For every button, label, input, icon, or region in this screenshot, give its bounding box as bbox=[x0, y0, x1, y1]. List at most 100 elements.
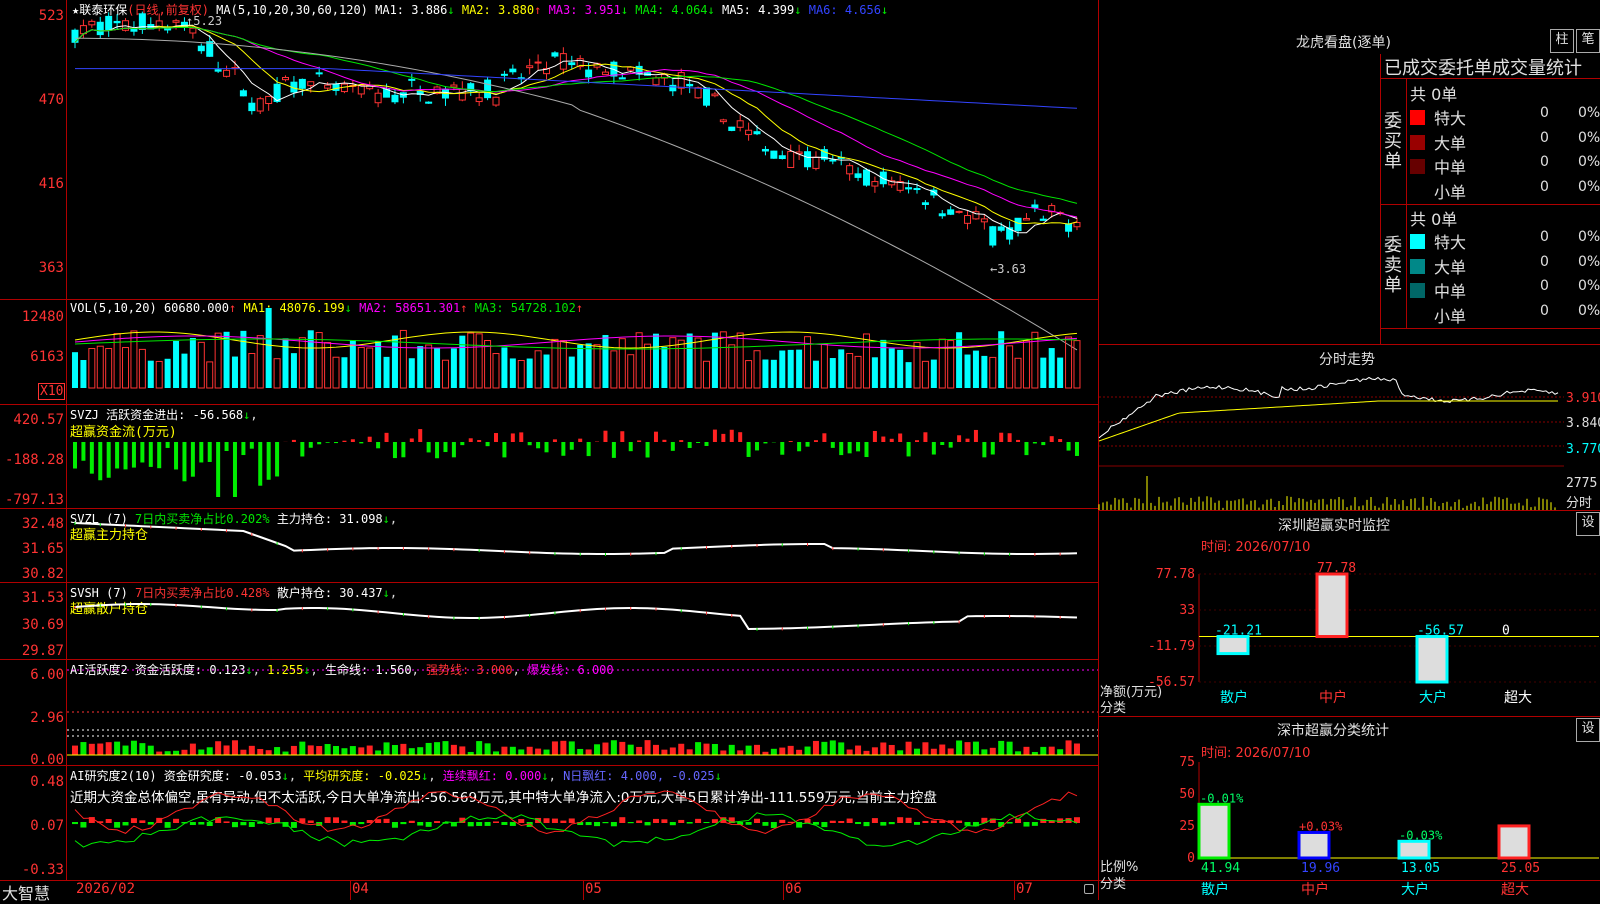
volume-bar bbox=[762, 360, 768, 388]
tick-mode-button[interactable]: 笔 bbox=[1576, 29, 1600, 53]
research-bar bbox=[240, 822, 246, 825]
sz-classify-value-label: 41.94 bbox=[1201, 861, 1240, 876]
fund-flow-bar bbox=[275, 442, 279, 476]
fund-flow-bar bbox=[81, 442, 85, 461]
candle bbox=[510, 69, 516, 72]
activity-bar bbox=[283, 752, 289, 755]
buy-row-qty-2: 0 bbox=[1540, 154, 1549, 170]
research-bar bbox=[224, 821, 230, 823]
activity-bar bbox=[653, 745, 659, 755]
ma-line-5 bbox=[75, 25, 1077, 232]
svsh-chart[interactable] bbox=[67, 583, 1098, 659]
fund-flow-bar bbox=[393, 442, 397, 458]
volume-bar bbox=[333, 357, 339, 388]
svzj-chart[interactable] bbox=[67, 405, 1098, 508]
ma-line-10 bbox=[75, 26, 1077, 224]
research-red-line bbox=[75, 791, 1077, 833]
candle bbox=[476, 98, 482, 102]
sz-monitor-value-label: -21.21 bbox=[1215, 624, 1262, 639]
sz-monitor-settings-button[interactable]: 设 bbox=[1576, 512, 1600, 536]
sz-classify-tick-label: 50 bbox=[1179, 787, 1195, 802]
ai-research-chart[interactable] bbox=[67, 766, 1098, 880]
volume-bar bbox=[661, 347, 667, 388]
candle bbox=[771, 151, 777, 158]
sell-row-name-2: 中单 bbox=[1434, 278, 1466, 302]
svzl-chart[interactable] bbox=[67, 509, 1098, 582]
candle bbox=[906, 188, 912, 189]
volume-bar bbox=[232, 357, 238, 388]
volume-bar bbox=[906, 362, 912, 388]
volume-bar bbox=[939, 339, 945, 388]
research-bar bbox=[198, 822, 204, 825]
activity-bar bbox=[931, 749, 937, 755]
volume-bar bbox=[434, 348, 440, 388]
activity-bar bbox=[72, 746, 78, 755]
sz-monitor-category-label: 中户 bbox=[1319, 689, 1347, 706]
order-stats-header: 已成交委托单成交量统计 bbox=[1384, 54, 1600, 80]
activity-bar bbox=[451, 745, 457, 755]
research-bar bbox=[746, 822, 752, 825]
fund-flow-bar bbox=[890, 439, 894, 442]
volume-bar bbox=[89, 349, 95, 388]
sz-classify-title: 深市超赢分类统计 bbox=[1277, 720, 1389, 740]
volume-chart[interactable] bbox=[67, 300, 1098, 404]
activity-bar bbox=[771, 749, 777, 755]
sz-classify-change-label: -0.01% bbox=[1200, 791, 1244, 805]
fund-flow-bar bbox=[898, 433, 902, 442]
fund-flow-bar bbox=[166, 442, 170, 448]
fund-flow-bar bbox=[957, 435, 961, 442]
candle bbox=[990, 227, 996, 245]
buy-row-swatch-1 bbox=[1410, 135, 1425, 150]
fund-flow-bar bbox=[140, 442, 144, 462]
sz-monitor-bar bbox=[1218, 637, 1248, 654]
vol-axis-mid: 6163 bbox=[0, 349, 64, 365]
volume-bar bbox=[535, 351, 541, 388]
activity-bar bbox=[459, 746, 465, 755]
fund-flow-bar bbox=[528, 442, 532, 445]
candle bbox=[106, 16, 112, 29]
research-bar bbox=[931, 820, 937, 823]
volume-bar bbox=[468, 333, 474, 388]
activity-bar bbox=[518, 749, 524, 755]
ai-active-chart[interactable] bbox=[67, 660, 1098, 765]
research-bar bbox=[695, 819, 701, 823]
fund-flow-bar bbox=[671, 442, 675, 451]
activity-bar bbox=[181, 750, 187, 755]
fund-flow-bar bbox=[629, 442, 633, 451]
fund-flow-bar bbox=[132, 442, 136, 468]
volume-bar bbox=[729, 345, 735, 388]
activity-bar bbox=[956, 740, 962, 755]
activity-bar bbox=[249, 746, 255, 755]
volume-bar bbox=[106, 349, 112, 388]
fund-flow-bar bbox=[991, 442, 995, 455]
research-bar bbox=[594, 822, 600, 826]
research-bar bbox=[409, 821, 415, 823]
price-chart[interactable] bbox=[67, 0, 1098, 299]
intraday-chart[interactable] bbox=[1099, 366, 1564, 510]
sz-classify-chart: 7550250-0.01%41.94散户+0.03%19.96中户-0.03%1… bbox=[1099, 756, 1600, 900]
research-bar bbox=[906, 818, 912, 823]
ai-research-axis-bot: -0.33 bbox=[0, 862, 64, 878]
fund-flow-bar bbox=[1075, 442, 1079, 456]
activity-bar bbox=[872, 747, 878, 755]
volume-bar bbox=[990, 357, 996, 388]
volume-bar bbox=[173, 341, 179, 388]
research-bar bbox=[114, 822, 120, 828]
candle bbox=[805, 152, 811, 167]
fund-flow-bar bbox=[98, 442, 102, 480]
sz-classify-settings-button[interactable]: 设 bbox=[1576, 718, 1600, 742]
bar-mode-button[interactable]: 柱 bbox=[1550, 29, 1574, 53]
volume-bar bbox=[527, 359, 533, 388]
research-bar bbox=[653, 819, 659, 823]
research-bar bbox=[771, 822, 777, 828]
intraday-vol: 2775 bbox=[1566, 476, 1597, 491]
research-bar bbox=[1023, 822, 1029, 827]
ai-research-axis-mid: 0.07 bbox=[0, 818, 64, 834]
fund-flow-bar bbox=[486, 442, 490, 446]
svzj-axis-mid: -188.28 bbox=[0, 452, 64, 468]
activity-bar bbox=[1074, 743, 1080, 755]
volume-bar bbox=[788, 350, 794, 388]
research-bar bbox=[560, 821, 566, 823]
fund-flow-bar bbox=[300, 442, 304, 456]
lock-icon[interactable] bbox=[1084, 884, 1094, 894]
